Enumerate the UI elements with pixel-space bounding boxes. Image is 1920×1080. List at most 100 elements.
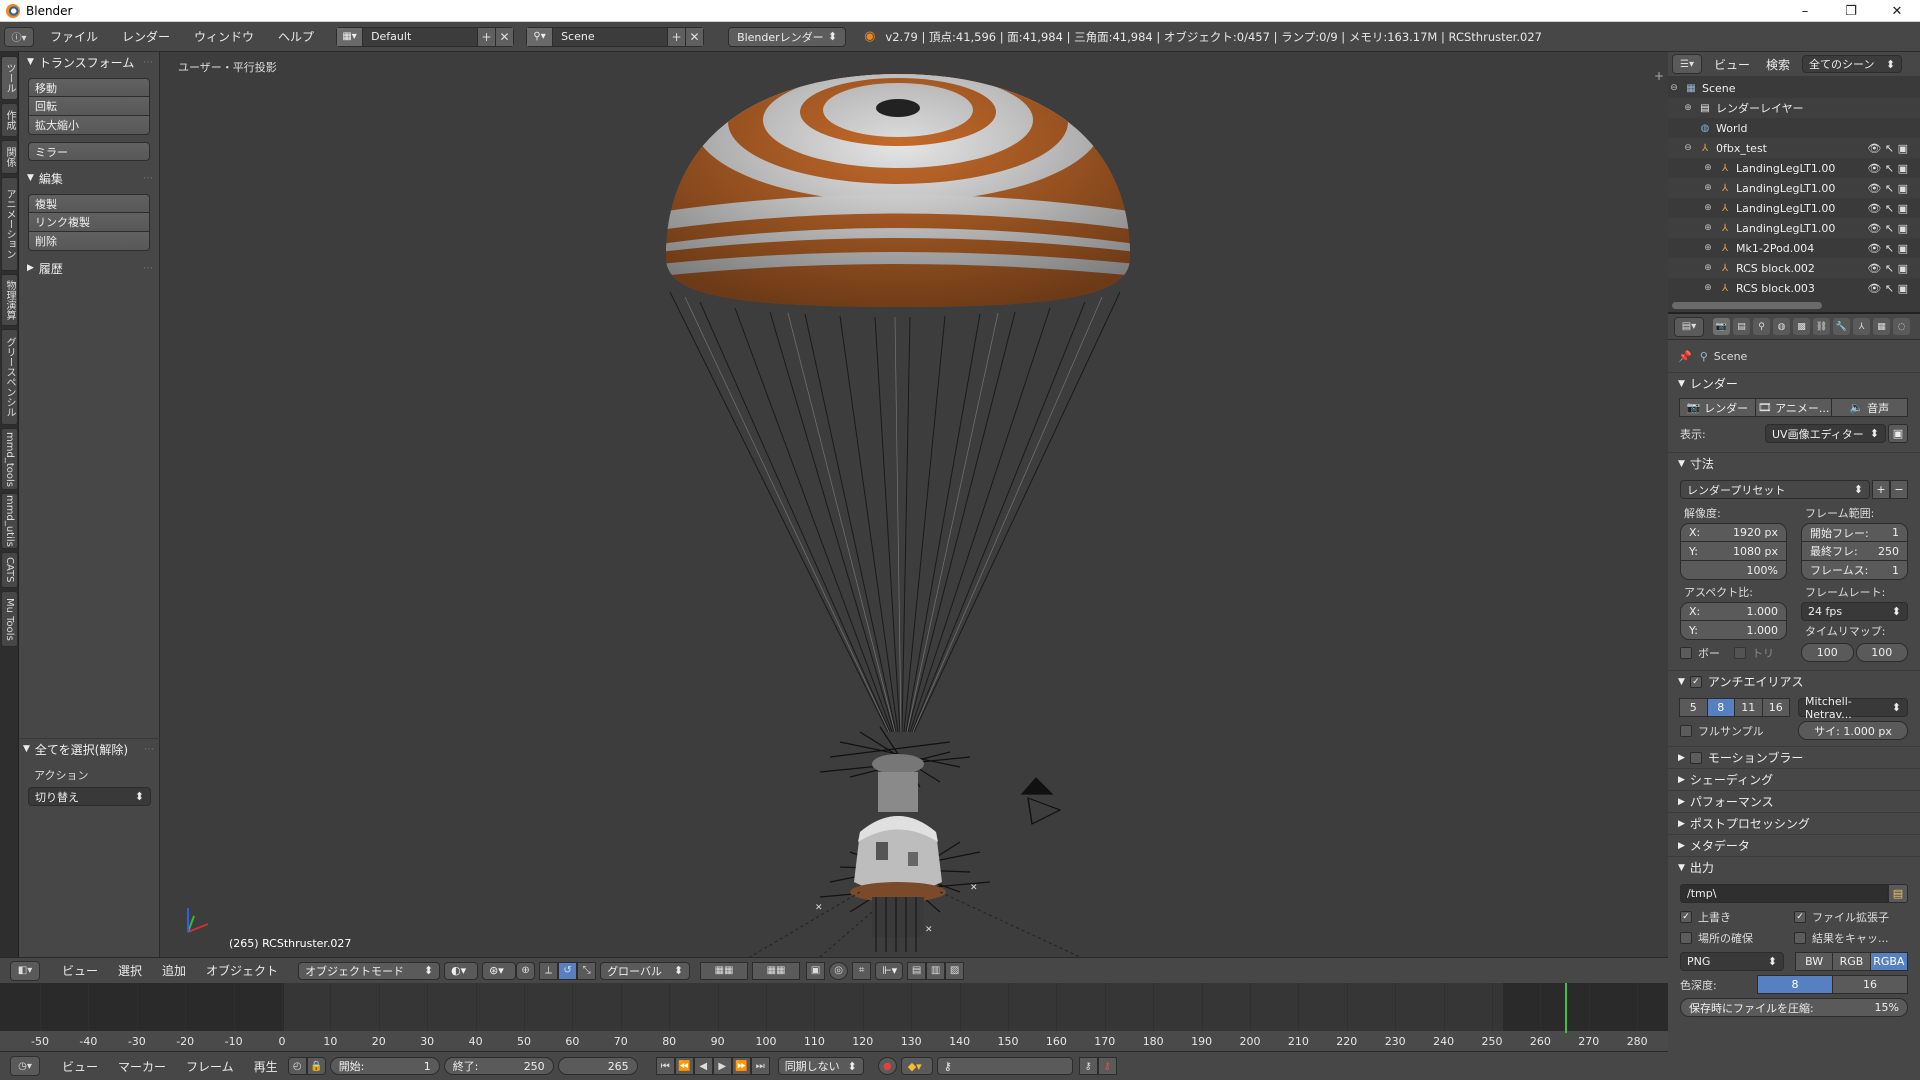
render-audio-button[interactable]: 🔈 音声 bbox=[1831, 398, 1908, 417]
opengl-anim-icon[interactable]: ▥ bbox=[926, 961, 946, 980]
outliner-editor-type-button[interactable]: ☰▾ bbox=[1672, 54, 1702, 74]
grip-icon[interactable]: ⋯ bbox=[144, 744, 154, 755]
auto-keying-icon[interactable]: ● bbox=[877, 1057, 897, 1075]
mode-dropdown[interactable]: オブジェクトモード ⬍ bbox=[298, 961, 441, 980]
overwrite-checkbox[interactable]: ✓ bbox=[1680, 911, 1692, 923]
panel-transform-header[interactable]: ▼ トランスフォーム ⋯ bbox=[19, 52, 159, 72]
tl-menu-marker[interactable]: マーカー bbox=[108, 1058, 176, 1075]
lock-range-icon[interactable]: 🔒 bbox=[306, 1057, 326, 1075]
screen-delete-button[interactable]: ✕ bbox=[495, 27, 514, 46]
expand-icon[interactable]: ⊕ bbox=[1702, 263, 1714, 273]
lock-layers-icon[interactable]: ▣ bbox=[806, 961, 826, 980]
tab-mu-tools[interactable]: Mu Tools bbox=[1, 591, 18, 647]
scale-manipulator-icon[interactable]: ⤡ bbox=[577, 961, 597, 980]
display-dropdown[interactable]: UV画像エディター ⬍ bbox=[1765, 424, 1886, 443]
outliner-row-object[interactable]: ⊕ ⅄ Mk1-2Pod.004 👁 ↖ ▣ bbox=[1668, 238, 1920, 258]
file-format-dropdown[interactable]: PNG ⬍ bbox=[1680, 952, 1784, 971]
output-section-header[interactable]: ▼ 出力 bbox=[1668, 856, 1920, 878]
outliner-horizontal-scrollbar[interactable] bbox=[1672, 302, 1822, 309]
outliner-row-object[interactable]: ⊕ ⅄ RCS block.003 👁 ↖ ▣ bbox=[1668, 278, 1920, 298]
texture-tab-icon[interactable]: ▦ bbox=[1873, 318, 1890, 335]
orientation-dropdown[interactable]: グローバル ⬍ bbox=[600, 961, 691, 980]
scene-field[interactable]: ⚲▾ Scene + ✕ bbox=[526, 26, 705, 47]
menu-render[interactable]: レンダー bbox=[110, 28, 182, 45]
viewport-editor-type-button[interactable]: ◧▾ bbox=[10, 960, 40, 981]
tab-tools[interactable]: ツール bbox=[1, 56, 18, 100]
screen-add-button[interactable]: + bbox=[477, 27, 496, 46]
aspect-x-field[interactable]: X: 1.000 bbox=[1680, 602, 1787, 621]
layers-grid-2-icon[interactable]: ▦▦ bbox=[752, 961, 801, 980]
scene-delete-button[interactable]: ✕ bbox=[685, 27, 704, 46]
aa-sample-8[interactable]: 8 bbox=[1706, 698, 1735, 717]
expand-icon[interactable]: ⊕ bbox=[1682, 103, 1694, 113]
outliner-row-object[interactable]: ⊕ ⅄ LandingLegLT1.00 👁 ↖ ▣ bbox=[1668, 218, 1920, 238]
end-frame-field[interactable]: 終了: 250 bbox=[443, 1057, 554, 1075]
outliner-row-object[interactable]: ⊖ ⅄ 0fbx_test 👁 ↖ ▣ bbox=[1668, 138, 1920, 158]
frame-step-field[interactable]: フレームス: 1 bbox=[1801, 561, 1908, 580]
preset-remove-icon[interactable]: − bbox=[1890, 480, 1908, 499]
rotate-button[interactable]: 回転 bbox=[28, 97, 150, 116]
layers-grid-1-icon[interactable]: ▦▦ bbox=[700, 961, 749, 980]
info-editor-type-button[interactable]: ⓘ▾ bbox=[4, 26, 34, 47]
object-tab-icon[interactable]: ▩ bbox=[1793, 318, 1810, 335]
resolution-percentage-field[interactable]: 100% bbox=[1680, 561, 1787, 580]
motion-blur-section-header[interactable]: ▶ モーションブラー bbox=[1668, 746, 1920, 768]
world-tab-icon[interactable]: ◍ bbox=[1773, 318, 1790, 335]
outliner-menu-search[interactable]: 検索 bbox=[1758, 56, 1798, 73]
outliner-display-dropdown[interactable]: 全てのシーン ⬍ bbox=[1802, 55, 1903, 73]
duplicate-linked-button[interactable]: リンク複製 bbox=[28, 213, 150, 232]
render-section-header[interactable]: ▼ レンダー bbox=[1668, 372, 1920, 394]
grip-icon[interactable]: ⋯ bbox=[143, 263, 153, 274]
constraints-tab-icon[interactable]: ⛓ bbox=[1813, 318, 1830, 335]
tab-mmd-tools[interactable]: mmd_tools bbox=[1, 428, 18, 490]
resolution-y-field[interactable]: Y: 1080 px bbox=[1680, 542, 1787, 561]
crop-checkbox[interactable] bbox=[1734, 646, 1746, 659]
collapse-icon[interactable]: ⊖ bbox=[1682, 143, 1694, 153]
preview-range-icon[interactable]: ◴ bbox=[287, 1057, 307, 1075]
visibility-toggles[interactable]: 👁 ↖ ▣ bbox=[1867, 262, 1908, 275]
color-mode-bw[interactable]: BW bbox=[1795, 952, 1834, 971]
tab-animation[interactable]: アニメーション bbox=[1, 177, 18, 271]
properties-scrollbar[interactable] bbox=[1912, 314, 1918, 1080]
physics-tab-icon[interactable]: ◌ bbox=[1893, 318, 1910, 335]
jump-end-icon[interactable]: ⏭ bbox=[750, 1057, 770, 1075]
visibility-toggles[interactable]: 👁 ↖ ▣ bbox=[1867, 222, 1908, 235]
tab-relations[interactable]: 関係 bbox=[1, 140, 18, 174]
tl-menu-frame[interactable]: フレーム bbox=[176, 1058, 244, 1075]
camera-render-icon[interactable]: ▨ bbox=[945, 961, 965, 980]
delete-button[interactable]: 削除 bbox=[28, 232, 150, 251]
scale-button[interactable]: 拡大縮小 bbox=[28, 116, 150, 135]
color-depth-8[interactable]: 8 bbox=[1757, 975, 1833, 994]
viewport-scene[interactable]: ✕ ✕ ✕ + bbox=[160, 52, 1668, 957]
time-remap-old-field[interactable]: 100 bbox=[1801, 643, 1854, 662]
collapse-icon[interactable]: ⊖ bbox=[1668, 83, 1680, 93]
screen-layout-field[interactable]: ▦▾ Default + ✕ bbox=[336, 26, 515, 47]
insert-keyframe-icon[interactable]: ⚷ bbox=[1078, 1057, 1098, 1075]
vp-menu-object[interactable]: オブジェクト bbox=[196, 962, 288, 979]
rotate-manipulator-icon[interactable]: ↺ bbox=[558, 961, 578, 980]
action-dropdown[interactable]: 切り替え ⬍ bbox=[28, 787, 151, 806]
panel-edit-header[interactable]: ▼ 編集 ⋯ bbox=[19, 168, 159, 188]
close-button[interactable]: ✕ bbox=[1874, 0, 1920, 22]
expand-icon[interactable]: ⊕ bbox=[1702, 203, 1714, 213]
output-path-input[interactable]: /tmp\ bbox=[1680, 884, 1888, 903]
placeholders-checkbox[interactable] bbox=[1680, 932, 1692, 944]
time-remap-new-field[interactable]: 100 bbox=[1855, 643, 1908, 662]
outliner-row-scene[interactable]: ⊖ ▦ Scene bbox=[1668, 78, 1920, 98]
color-mode-rgba[interactable]: RGBA bbox=[1869, 952, 1908, 971]
render-image-button[interactable]: 📷 レンダー bbox=[1679, 398, 1756, 417]
pin-icon[interactable]: 📌 bbox=[1678, 350, 1692, 363]
post-processing-section-header[interactable]: ▶ ポストプロセッシング bbox=[1668, 812, 1920, 834]
cache-result-checkbox[interactable] bbox=[1794, 932, 1806, 944]
modifiers-tab-icon[interactable]: 🔧 bbox=[1833, 318, 1850, 335]
compression-field[interactable]: 保存時にファイルを圧縮: 15% bbox=[1680, 998, 1908, 1017]
shading-section-header[interactable]: ▶ シェーディング bbox=[1668, 768, 1920, 790]
current-frame-cursor[interactable] bbox=[1564, 983, 1567, 1033]
scene-name[interactable]: Scene bbox=[553, 27, 668, 46]
opengl-render-icon[interactable]: ▤ bbox=[907, 961, 927, 980]
performance-section-header[interactable]: ▶ パフォーマンス bbox=[1668, 790, 1920, 812]
aa-sample-11[interactable]: 11 bbox=[1734, 698, 1763, 717]
lock-interface-icon[interactable]: ▣ bbox=[1888, 424, 1908, 443]
timeline[interactable]: -50 -40 -30 -20 -10 0 10 20 30 40 50 60 70 80 90 100 110… bbox=[0, 983, 1668, 1051]
tab-cats[interactable]: CATS bbox=[1, 552, 18, 588]
